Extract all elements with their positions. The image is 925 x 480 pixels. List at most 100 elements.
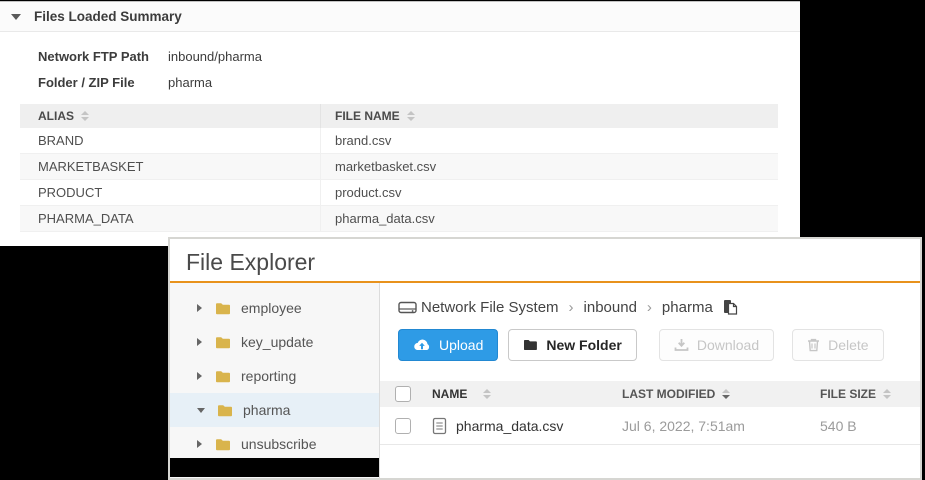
black-redaction-patch <box>170 458 379 477</box>
summary-table-header: ALIAS FILE NAME <box>20 104 778 128</box>
table-row: PHARMA_DATA pharma_data.csv <box>20 206 778 232</box>
column-header-label: FILE NAME <box>335 109 400 123</box>
file-explorer-title: File Explorer <box>170 239 920 283</box>
sidebar-item-key-update[interactable]: key_update <box>170 325 379 359</box>
field-folder-zip-file: Folder / ZIP File pharma <box>38 69 800 95</box>
file-list-table: NAME LAST MODIFIED FILE SIZE <box>380 381 920 445</box>
file-row-pharma-data-csv[interactable]: pharma_data.csv Jul 6, 2022, 7:51am 540 … <box>380 407 920 445</box>
select-all-checkbox[interactable] <box>395 386 411 402</box>
files-loaded-summary-panel: Files Loaded Summary Network FTP Path in… <box>0 1 800 246</box>
alias-cell: MARKETBASKET <box>20 159 320 174</box>
sort-icon[interactable] <box>483 389 491 399</box>
file-explorer-window: File Explorer employee key_update <box>168 237 922 480</box>
table-row: BRAND brand.csv <box>20 128 778 154</box>
field-value: pharma <box>168 75 212 90</box>
summary-table: ALIAS FILE NAME BRAND brand.csv MARKETBA… <box>20 104 778 232</box>
file-explorer-body: employee key_update reporting <box>170 283 920 480</box>
copy-path-icon[interactable] <box>723 299 738 316</box>
breadcrumb-root[interactable]: Network File System <box>421 299 559 316</box>
caret-right-icon[interactable] <box>197 304 202 312</box>
download-button[interactable]: Download <box>659 329 774 361</box>
drive-icon <box>398 300 417 315</box>
file-icon <box>432 417 447 435</box>
column-header-name[interactable]: NAME <box>432 387 622 401</box>
column-header-label: FILE SIZE <box>820 387 876 401</box>
caret-right-icon[interactable] <box>197 338 202 346</box>
file-name-label: pharma_data.csv <box>456 418 563 434</box>
folder-icon <box>215 438 231 451</box>
row-checkbox[interactable] <box>395 418 411 434</box>
new-folder-button-label: New Folder <box>546 337 621 353</box>
breadcrumb-inbound[interactable]: inbound <box>584 299 637 316</box>
folder-icon <box>215 302 231 315</box>
alias-cell: PRODUCT <box>20 185 320 200</box>
trash-icon <box>807 338 820 352</box>
table-row: MARKETBASKET marketbasket.csv <box>20 154 778 180</box>
row-select-cell <box>380 418 432 434</box>
sidebar-item-employee[interactable]: employee <box>170 291 379 325</box>
select-all-cell <box>380 386 432 402</box>
sidebar-item-unsubscribe[interactable]: unsubscribe <box>170 427 379 461</box>
file-name-cell: product.csv <box>320 180 778 205</box>
column-header-label: NAME <box>432 387 467 401</box>
sort-icon[interactable] <box>883 389 891 399</box>
delete-button-label: Delete <box>828 337 868 353</box>
breadcrumb-separator: › <box>569 299 574 316</box>
folder-icon <box>217 404 233 417</box>
caret-right-icon[interactable] <box>197 440 202 448</box>
upload-button[interactable]: Upload <box>398 329 498 361</box>
cloud-upload-icon <box>413 338 431 352</box>
sort-icon[interactable] <box>81 111 89 121</box>
summary-panel-title: Files Loaded Summary <box>34 9 182 24</box>
field-label: Network FTP Path <box>38 49 168 64</box>
column-header-alias[interactable]: ALIAS <box>20 109 320 123</box>
download-icon <box>674 338 689 352</box>
file-name-cell: marketbasket.csv <box>320 154 778 179</box>
file-name-cell: pharma_data.csv <box>432 417 622 435</box>
folder-label: unsubscribe <box>241 436 317 452</box>
folder-icon <box>523 339 538 351</box>
breadcrumb-separator: › <box>647 299 652 316</box>
new-folder-button[interactable]: New Folder <box>508 329 636 361</box>
table-row: PRODUCT product.csv <box>20 180 778 206</box>
file-size-cell: 540 B <box>820 418 920 434</box>
file-name-cell: brand.csv <box>320 128 778 153</box>
breadcrumb: Network File System › inbound › pharma <box>398 299 920 316</box>
folder-icon <box>215 370 231 383</box>
column-header-file-name[interactable]: FILE NAME <box>320 104 778 128</box>
folder-icon <box>215 336 231 349</box>
sort-icon[interactable] <box>407 111 415 121</box>
alias-cell: PHARMA_DATA <box>20 211 320 226</box>
file-name-cell: pharma_data.csv <box>320 206 778 231</box>
sidebar-item-reporting[interactable]: reporting <box>170 359 379 393</box>
upload-button-label: Upload <box>439 337 483 353</box>
summary-fields: Network FTP Path inbound/pharma Folder /… <box>0 32 800 95</box>
collapse-triangle-icon[interactable] <box>11 14 21 20</box>
folder-label: employee <box>241 300 302 316</box>
column-header-file-size[interactable]: FILE SIZE <box>820 387 920 401</box>
column-header-last-modified[interactable]: LAST MODIFIED <box>622 387 820 401</box>
caret-down-icon[interactable] <box>197 408 205 413</box>
column-header-label: ALIAS <box>38 109 74 123</box>
summary-collapse-header[interactable]: Files Loaded Summary <box>0 2 800 32</box>
caret-right-icon[interactable] <box>197 372 202 380</box>
folder-label: pharma <box>243 402 290 418</box>
alias-cell: BRAND <box>20 133 320 148</box>
last-modified-cell: Jul 6, 2022, 7:51am <box>622 418 820 434</box>
field-label: Folder / ZIP File <box>38 75 168 90</box>
sort-desc-icon[interactable] <box>722 389 730 399</box>
folder-label: reporting <box>241 368 296 384</box>
screenshot-stage: Files Loaded Summary Network FTP Path in… <box>0 0 925 480</box>
file-explorer-main: Network File System › inbound › pharma U… <box>380 283 920 480</box>
delete-button[interactable]: Delete <box>792 329 883 361</box>
breadcrumb-pharma[interactable]: pharma <box>662 299 713 316</box>
file-list-header: NAME LAST MODIFIED FILE SIZE <box>380 381 920 407</box>
folder-label: key_update <box>241 334 313 350</box>
field-value: inbound/pharma <box>168 49 262 64</box>
sidebar-item-pharma[interactable]: pharma <box>170 393 379 427</box>
column-header-label: LAST MODIFIED <box>622 387 715 401</box>
download-button-label: Download <box>697 337 759 353</box>
toolbar: Upload New Folder Download <box>398 329 920 361</box>
folder-tree-sidebar: employee key_update reporting <box>170 283 380 480</box>
field-network-ftp-path: Network FTP Path inbound/pharma <box>38 43 800 69</box>
